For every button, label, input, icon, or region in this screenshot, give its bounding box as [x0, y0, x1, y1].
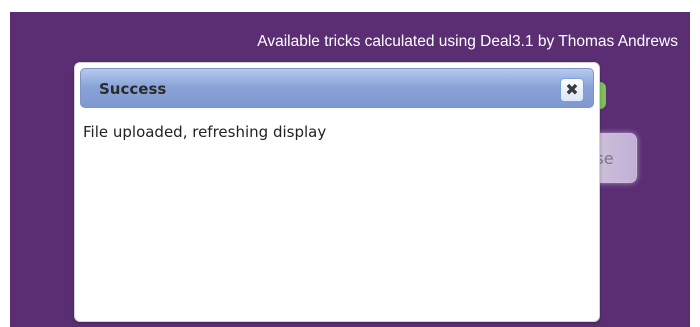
dialog-message: File uploaded, refreshing display [83, 123, 327, 141]
success-dialog: Success ✖ File uploaded, refreshing disp… [74, 62, 600, 322]
close-icon[interactable]: ✖ [560, 78, 584, 102]
dialog-title: Success [99, 80, 167, 98]
dialog-titlebar[interactable]: Success ✖ [80, 68, 594, 108]
credit-text: Available tricks calculated using Deal3.… [257, 33, 678, 50]
